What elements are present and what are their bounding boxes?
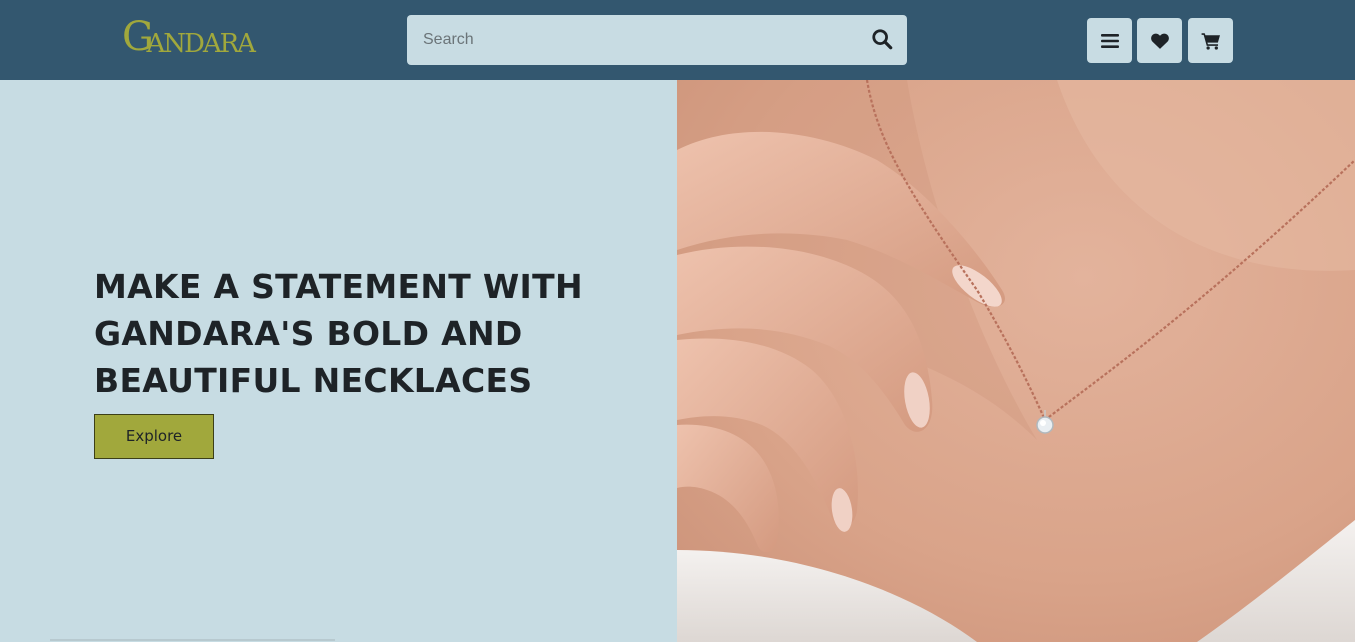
logo-wordmark: GANDARA [120, 15, 256, 61]
menu-button[interactable] [1087, 18, 1132, 63]
explore-button[interactable]: Explore [94, 414, 214, 459]
cart-button[interactable] [1188, 18, 1233, 63]
search-button[interactable] [871, 28, 895, 52]
divider [50, 639, 335, 641]
hero-necklace-image [677, 80, 1355, 642]
wishlist-button[interactable] [1137, 18, 1182, 63]
cart-icon [1201, 32, 1220, 50]
necklace-photo [677, 80, 1355, 642]
hero-title: MAKE A STATEMENT WITH GANDARA'S BOLD AND… [94, 267, 583, 400]
search-icon [872, 29, 893, 50]
menu-icon [1100, 33, 1119, 48]
site-header: GANDARA [0, 0, 1355, 80]
search-bar [407, 15, 907, 65]
hero-section: MAKE A STATEMENT WITH GANDARA'S BOLD AND… [0, 80, 677, 642]
logo-rest: ANDARA [146, 29, 256, 59]
search-input[interactable] [407, 15, 847, 65]
brand-logo[interactable]: GANDARA [120, 15, 256, 61]
heart-icon [1150, 33, 1169, 49]
